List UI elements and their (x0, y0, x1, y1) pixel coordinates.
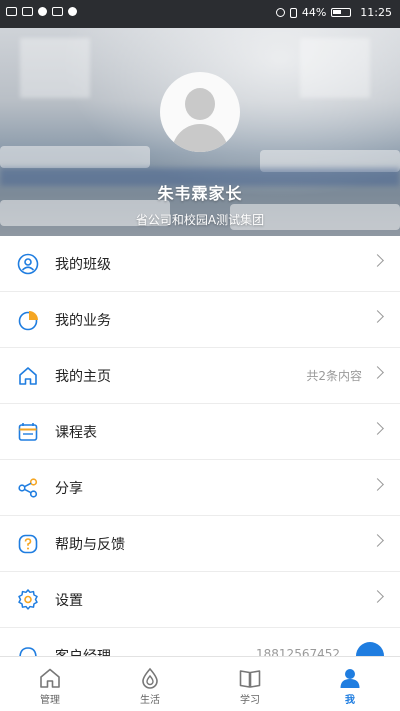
status-bar: 44% 11:25 (0, 0, 400, 28)
vibrate-icon (289, 7, 297, 18)
chevron-right-icon (371, 422, 384, 435)
home-icon (19, 367, 37, 385)
drop-icon (142, 667, 158, 689)
gear-icon (18, 589, 38, 610)
menu-item-my-homepage[interactable]: 我的主页 共2条内容 (0, 348, 400, 404)
mail-icon (52, 7, 63, 16)
background-window (20, 38, 90, 98)
content-count: 共2条内容 (306, 369, 362, 383)
tab-label: 管理 (40, 695, 60, 706)
signal-icon (22, 7, 33, 16)
help-icon (18, 534, 38, 554)
avatar[interactable] (160, 72, 240, 152)
tab-label: 学习 (240, 695, 260, 706)
menu-item-label: 课程表 (55, 425, 97, 441)
book-icon (239, 670, 261, 688)
tab-study[interactable]: 学习 (200, 657, 300, 711)
menu-item-share[interactable]: 分享 (0, 460, 400, 516)
menu-item-my-class[interactable]: 我的班级 (0, 236, 400, 292)
chevron-right-icon (371, 366, 384, 379)
chevron-right-icon (371, 254, 384, 267)
menu-item-label: 设置 (55, 593, 83, 609)
heart-icon (38, 7, 47, 16)
background-window (300, 38, 370, 98)
message-icon (68, 7, 77, 16)
alarm-icon (275, 8, 285, 17)
menu-item-help-feedback[interactable]: 帮助与反馈 (0, 516, 400, 572)
menu-item-label: 帮助与反馈 (55, 537, 125, 553)
profile-header: 朱韦霖家长 省公司和校园A测试集团 (0, 28, 400, 236)
person-icon (340, 669, 360, 688)
chevron-right-icon (371, 590, 384, 603)
profile-menu: 我的班级 我的业务 我的主页 共2条内容 课程表 分享 帮助与反馈 设置 188… (0, 236, 400, 684)
bottom-tab-bar: 管理 生活 学习 我 (0, 656, 400, 711)
menu-item-timetable[interactable]: 课程表 (0, 404, 400, 460)
chevron-right-icon (371, 310, 384, 323)
tab-life[interactable]: 生活 (100, 657, 200, 711)
tab-label: 生活 (140, 695, 160, 706)
organization-name: 省公司和校园A测试集团 (135, 213, 265, 227)
tab-me[interactable]: 我 (300, 657, 400, 711)
sim-icon (6, 7, 17, 16)
menu-item-label: 我的班级 (55, 257, 111, 273)
person-circle-icon (17, 253, 39, 275)
chevron-right-icon (371, 478, 384, 491)
user-name: 朱韦霖家长 (157, 184, 243, 203)
avatar-body-shape (172, 124, 228, 152)
chevron-right-icon (371, 534, 384, 547)
home-icon (40, 668, 60, 688)
clock: 11:25 (360, 6, 392, 19)
menu-item-my-business[interactable]: 我的业务 (0, 292, 400, 348)
pie-chart-icon (18, 311, 38, 331)
calendar-icon (18, 423, 38, 441)
menu-item-label: 分享 (55, 481, 83, 497)
avatar-head-shape (185, 88, 215, 120)
tab-label: 我 (345, 695, 355, 706)
menu-item-label: 我的主页 (55, 369, 111, 385)
battery-percent: 44% (301, 6, 327, 19)
tab-manage[interactable]: 管理 (0, 657, 100, 711)
share-icon (18, 478, 38, 498)
menu-item-settings[interactable]: 设置 (0, 572, 400, 628)
menu-item-label: 我的业务 (55, 313, 111, 329)
battery-icon (331, 8, 352, 17)
background-desk (0, 146, 150, 168)
